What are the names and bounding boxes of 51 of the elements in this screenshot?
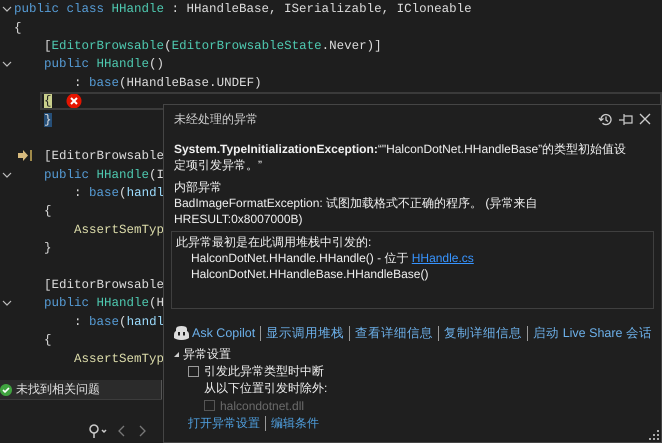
collapse-icon[interactable] [2,172,12,178]
settings-heading: 异常设置 [183,346,231,363]
checkbox-label: 引发此异常类型时中断 [204,363,324,380]
expand-icon[interactable] [174,352,179,357]
code-line: : base(HHandleBase.UNDEF) [74,76,262,90]
code-line: public HHandle() [44,57,164,72]
code-line: AssertSemTyp [74,352,164,366]
history-icon[interactable] [598,112,613,126]
code-line: [EditorBrowsable [44,149,164,164]
checkbox-label: halcondotnet.dll [220,398,304,412]
code-line: { [14,20,22,35]
action-link[interactable]: 启动 Live Share 会话 [528,324,657,342]
popup-title: 未经处理的异常 [174,110,259,128]
collapse-icon[interactable] [2,61,12,68]
code-line: { [44,204,52,218]
settings-link[interactable]: 编辑条件 [271,415,319,432]
code-line: : base(handl [74,186,164,200]
status-text: 未找到相关问题 [16,381,100,398]
checkbox[interactable] [188,366,199,377]
exception-message: System.TypeInitializationException:“"HalconDotNet.HHandleBase”的类型初始值设定项引发异常。” [174,141,628,173]
code-line: [EditorBrowsable [44,278,164,292]
collapse-icon[interactable] [2,6,12,12]
code-line: [EditorBrowsable(EditorBrowsableState.Never)] [44,38,382,53]
exception-label: 从以下位置引发时除外: [204,380,328,397]
stack-frame: HalconDotNet.HHandle.HHandle() - 位于 [191,251,412,265]
code-line: } [44,241,52,256]
call-stack-heading: 此异常最初是在此调用堆栈中引发的: [176,234,372,250]
code-line: AssertSemTyp [74,222,164,237]
action-link[interactable]: Ask Copilot [174,326,260,340]
inner-exception-heading: 内部异常 [174,179,223,195]
code-line: public HHandle(H [44,296,164,310]
stack-frame: HalconDotNet.HHandleBase.HHandleBase() [191,267,428,281]
collapse-icon[interactable] [2,300,12,306]
copilot-icon [174,326,189,340]
code-line: public HHandle(I [44,168,164,182]
action-link[interactable]: 复制详细信息 [439,324,528,342]
arrow-icon [18,150,32,162]
search-icon[interactable] [88,424,108,438]
resize-grip-icon[interactable] [649,430,659,440]
pin-icon[interactable] [619,113,633,125]
action-link[interactable]: 显示调用堆栈 [261,324,350,342]
code-line: public class HHandle : HHandleBase, ISerializable, ICloneable [14,2,472,16]
check-icon [0,384,12,396]
error-icon [66,93,82,110]
file-link[interactable]: HHandle.cs [412,251,474,265]
action-link[interactable]: 查看详细信息 [350,324,438,342]
inner-exception-message: BadImageFormatException: 试图加载格式不正确的程序。 (异常来自 HRESULT:0x8007000B) [174,195,538,227]
settings-link[interactable]: 打开异常设置 [188,415,260,432]
code-line: { [44,333,52,348]
code-line: : base(handl [74,314,164,329]
close-icon[interactable] [639,113,651,125]
